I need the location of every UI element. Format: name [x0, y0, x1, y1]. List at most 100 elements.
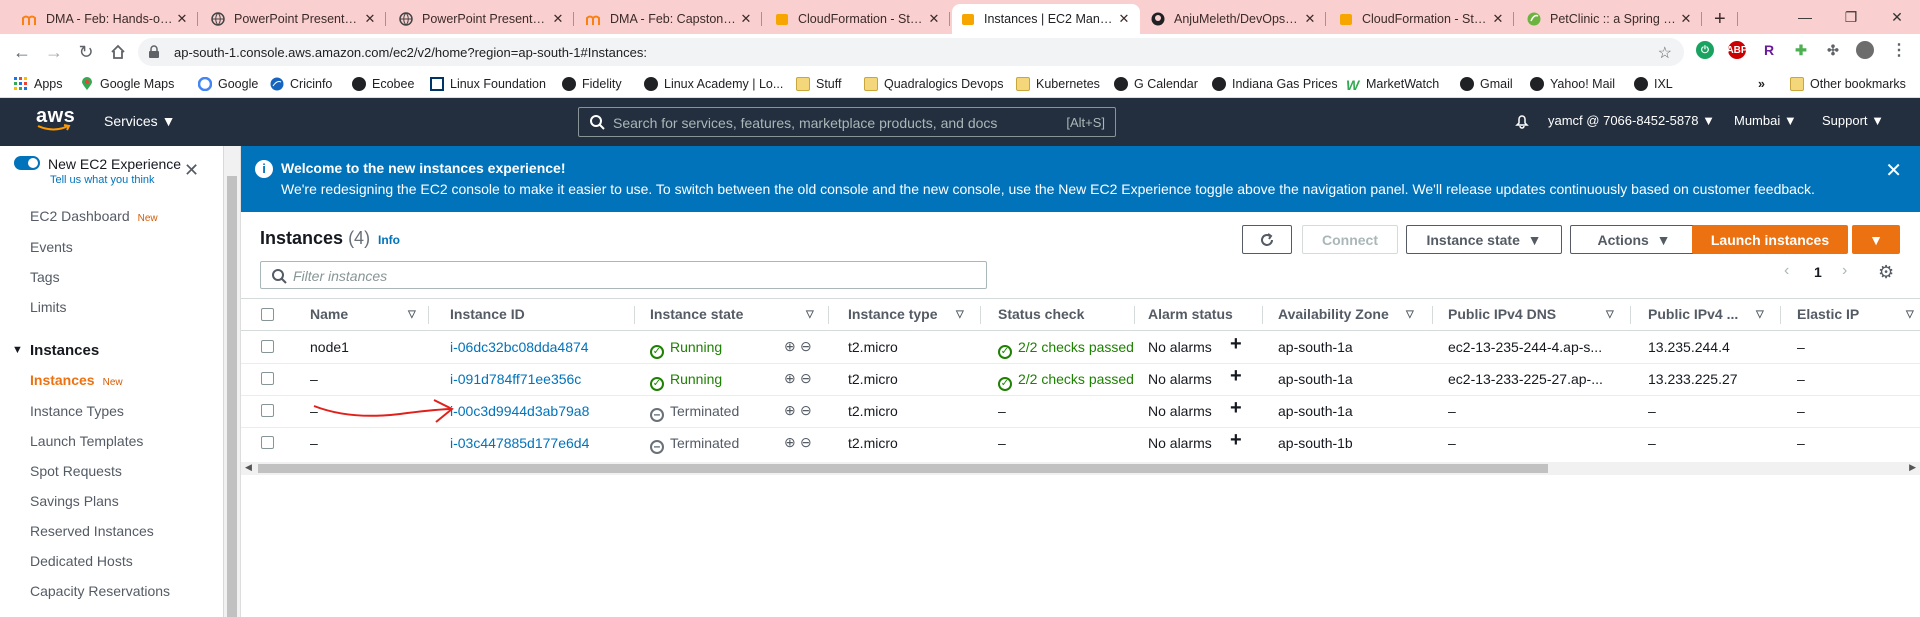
actions-button[interactable]: Actions ▼	[1570, 225, 1698, 254]
browser-tab[interactable]: PowerPoint Presentatio ✕	[202, 4, 386, 34]
filter-icon[interactable]: ▽	[1906, 309, 1914, 320]
gear-icon[interactable]: ⚙	[1878, 262, 1894, 283]
instance-id-link[interactable]: i-091d784ff71ee356c	[450, 371, 581, 387]
row-checkbox[interactable]	[261, 404, 274, 417]
bookmark-google[interactable]: Google	[198, 75, 258, 93]
close-tab-icon[interactable]: ✕	[362, 11, 378, 27]
sidebar-section-instances[interactable]: Instances	[30, 342, 99, 359]
scroll-right-icon[interactable]: ▶	[1909, 462, 1916, 473]
launch-instances-button[interactable]: Launch instances	[1692, 225, 1848, 254]
minimize-icon[interactable]: —	[1782, 0, 1828, 34]
caret-down-icon[interactable]: ▼	[12, 344, 23, 356]
bookmark-ixl[interactable]: IXL	[1634, 75, 1673, 93]
filter-icon[interactable]: ▽	[1756, 309, 1764, 320]
column-header-elastic-ip[interactable]: Elastic IP	[1797, 306, 1859, 322]
bookmark-g-calendar[interactable]: G Calendar	[1114, 75, 1198, 93]
close-window-icon[interactable]: ✕	[1874, 0, 1920, 34]
browser-tab[interactable]: DMA - Feb: Hands-on L ✕	[14, 4, 198, 34]
close-tab-icon[interactable]: ✕	[1116, 11, 1132, 27]
instance-id-link[interactable]: i-03c447885d177e6d4	[450, 435, 589, 451]
zoom-in-icon[interactable]: ⊕	[784, 338, 796, 355]
bookmark-gmail[interactable]: Gmail	[1460, 75, 1513, 93]
bookmark-ecobee[interactable]: Ecobee	[352, 75, 414, 93]
back-icon[interactable]: ←	[10, 40, 34, 64]
column-divider[interactable]	[1134, 306, 1135, 324]
instance-id-link[interactable]: i-06dc32bc08dda4874	[450, 339, 589, 355]
column-divider[interactable]	[1432, 306, 1433, 324]
filter-icon[interactable]: ▽	[806, 309, 814, 320]
account-menu[interactable]: yamcf @ 7066-8452-5878 ▼	[1548, 113, 1715, 128]
close-tab-icon[interactable]: ✕	[1678, 11, 1694, 27]
add-alarm-icon[interactable]: +	[1230, 365, 1242, 388]
bookmark-folder-stuff[interactable]: Stuff	[796, 75, 841, 93]
new-experience-toggle[interactable]	[14, 156, 40, 170]
column-divider[interactable]	[1630, 306, 1631, 324]
support-menu[interactable]: Support ▼	[1822, 113, 1884, 128]
page-number[interactable]: 1	[1814, 264, 1822, 280]
next-page-icon[interactable]: ›	[1842, 262, 1847, 280]
home-icon[interactable]	[106, 40, 130, 64]
close-tab-icon[interactable]: ✕	[1490, 11, 1506, 27]
filter-icon[interactable]: ▽	[956, 309, 964, 320]
bookmark-marketwatch[interactable]: W MarketWatch	[1346, 75, 1439, 93]
avatar[interactable]	[1856, 41, 1874, 59]
sidebar-item-events[interactable]: Events	[30, 239, 73, 255]
column-divider[interactable]	[634, 306, 635, 324]
filter-icon[interactable]: ▽	[1606, 309, 1614, 320]
select-all-checkbox[interactable]	[261, 308, 274, 321]
sidebar-item-dedicated-hosts[interactable]: Dedicated Hosts	[30, 553, 133, 569]
forward-icon[interactable]: →	[42, 40, 66, 64]
sidebar-item-capacity-reservations[interactable]: Capacity Reservations	[30, 583, 170, 599]
info-link[interactable]: Info	[378, 233, 400, 247]
adblock-icon[interactable]: ABP	[1726, 41, 1748, 59]
zoom-out-icon[interactable]: ⊖	[800, 370, 812, 387]
r-extension-icon[interactable]: R	[1760, 41, 1778, 59]
feedback-link[interactable]: Tell us what you think	[50, 174, 155, 186]
services-menu[interactable]: Services ▼	[104, 113, 175, 129]
bookmark-google-maps[interactable]: Google Maps	[80, 75, 174, 93]
column-header-alarm-status[interactable]: Alarm status	[1148, 306, 1233, 322]
close-tab-icon[interactable]: ✕	[174, 11, 190, 27]
bookmark-star-icon[interactable]: ☆	[1658, 43, 1672, 63]
bookmark-fidelity[interactable]: Fidelity	[562, 75, 622, 93]
bookmark-yahoo-mail[interactable]: Yahoo! Mail	[1530, 75, 1615, 93]
filter-input[interactable]: Filter instances	[260, 261, 987, 289]
close-icon[interactable]: ✕	[184, 160, 199, 181]
sidebar-item-instances[interactable]: Instances New	[30, 372, 123, 388]
zoom-in-icon[interactable]: ⊕	[784, 402, 796, 419]
sidebar-item-ec2-dashboard[interactable]: EC2 Dashboard New	[30, 208, 158, 224]
bookmark-folder-quadralogics[interactable]: Quadralogics Devops	[864, 75, 1004, 93]
sidebar-scrollbar[interactable]	[224, 146, 241, 617]
zoom-out-icon[interactable]: ⊖	[800, 402, 812, 419]
add-alarm-icon[interactable]: +	[1230, 429, 1242, 452]
column-divider[interactable]	[980, 306, 981, 324]
filter-icon[interactable]: ▽	[1406, 309, 1414, 320]
sidebar-item-spot-requests[interactable]: Spot Requests	[30, 463, 122, 479]
region-menu[interactable]: Mumbai ▼	[1734, 113, 1797, 128]
browser-tab[interactable]: CloudFormation - Stack ✕	[1330, 4, 1514, 34]
bookmark-cricinfo[interactable]: Cricinfo	[270, 75, 332, 93]
sidebar-item-reserved-instances[interactable]: Reserved Instances	[30, 523, 154, 539]
aws-logo[interactable]: aws	[36, 105, 75, 132]
column-divider[interactable]	[828, 306, 829, 324]
prev-page-icon[interactable]: ‹	[1784, 262, 1789, 280]
close-tab-icon[interactable]: ✕	[1302, 11, 1318, 27]
reload-icon[interactable]: ↻	[74, 40, 98, 64]
close-tab-icon[interactable]: ✕	[926, 11, 942, 27]
row-checkbox[interactable]	[261, 340, 274, 353]
close-icon[interactable]: ✕	[1885, 158, 1902, 183]
menu-icon[interactable]: ⋮	[1890, 41, 1908, 59]
column-header-instance-state[interactable]: Instance state	[650, 306, 743, 322]
sidebar-item-tags[interactable]: Tags	[30, 269, 60, 285]
other-bookmarks[interactable]: Other bookmarks	[1790, 75, 1906, 93]
row-checkbox[interactable]	[261, 436, 274, 449]
filter-icon[interactable]: ▽	[408, 309, 416, 320]
refresh-button[interactable]	[1242, 225, 1292, 254]
scrollbar-thumb[interactable]	[227, 176, 237, 617]
column-header-instance-id[interactable]: Instance ID	[450, 306, 525, 322]
bookmark-linux-foundation[interactable]: Linux Foundation	[430, 75, 546, 93]
bookmark-linux-academy[interactable]: Linux Academy | Lo...	[644, 75, 783, 93]
sidebar-item-instance-types[interactable]: Instance Types	[30, 403, 124, 419]
bookmark-folder-kubernetes[interactable]: Kubernetes	[1016, 75, 1100, 93]
zoom-in-icon[interactable]: ⊕	[784, 370, 796, 387]
